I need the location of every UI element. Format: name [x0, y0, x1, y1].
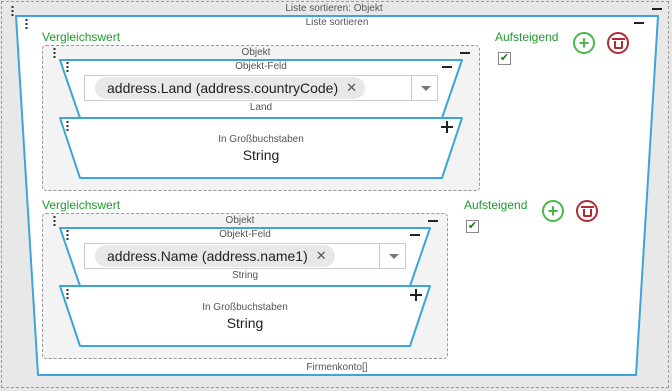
criterion-2-field-value: address.Name (address.name1)	[107, 248, 308, 264]
criterion-2-add-button[interactable]: +	[542, 200, 564, 222]
close-icon[interactable]: ✕	[316, 248, 327, 264]
criterion-2-field-label: Objekt-Feld	[219, 229, 271, 240]
plus-circle-icon: +	[547, 200, 559, 221]
criterion-2-field-collapse-icon[interactable]	[410, 234, 420, 236]
criterion-2-func-expand-icon[interactable]	[410, 289, 422, 301]
criterion-2-field-type: String	[231, 270, 259, 281]
criterion-2-func-type: String	[226, 315, 264, 331]
trash-icon	[580, 205, 594, 217]
chevron-down-icon[interactable]	[389, 254, 399, 259]
criterion-2-func-label: In Großbuchstaben	[202, 302, 288, 313]
criterion-2-ascending-label: Aufsteigend	[464, 198, 528, 212]
sort-block-footer: Firmenkonto[]	[306, 362, 368, 373]
criterion-2-func-drag-handle-icon[interactable]	[66, 288, 69, 299]
criterion-2-field-shape	[59, 227, 431, 347]
criterion-2-field-drag-handle-icon[interactable]	[66, 229, 69, 240]
criterion-2-delete-button[interactable]	[576, 200, 598, 222]
criterion-2-field-select[interactable]: address.Name (address.name1) ✕	[84, 243, 406, 269]
combo-divider	[379, 244, 380, 268]
criterion-2-ascending-checkbox[interactable]: ✔	[466, 220, 479, 233]
criterion-2-field-chip: address.Name (address.name1) ✕	[95, 245, 335, 267]
checkmark-icon: ✔	[467, 220, 478, 232]
